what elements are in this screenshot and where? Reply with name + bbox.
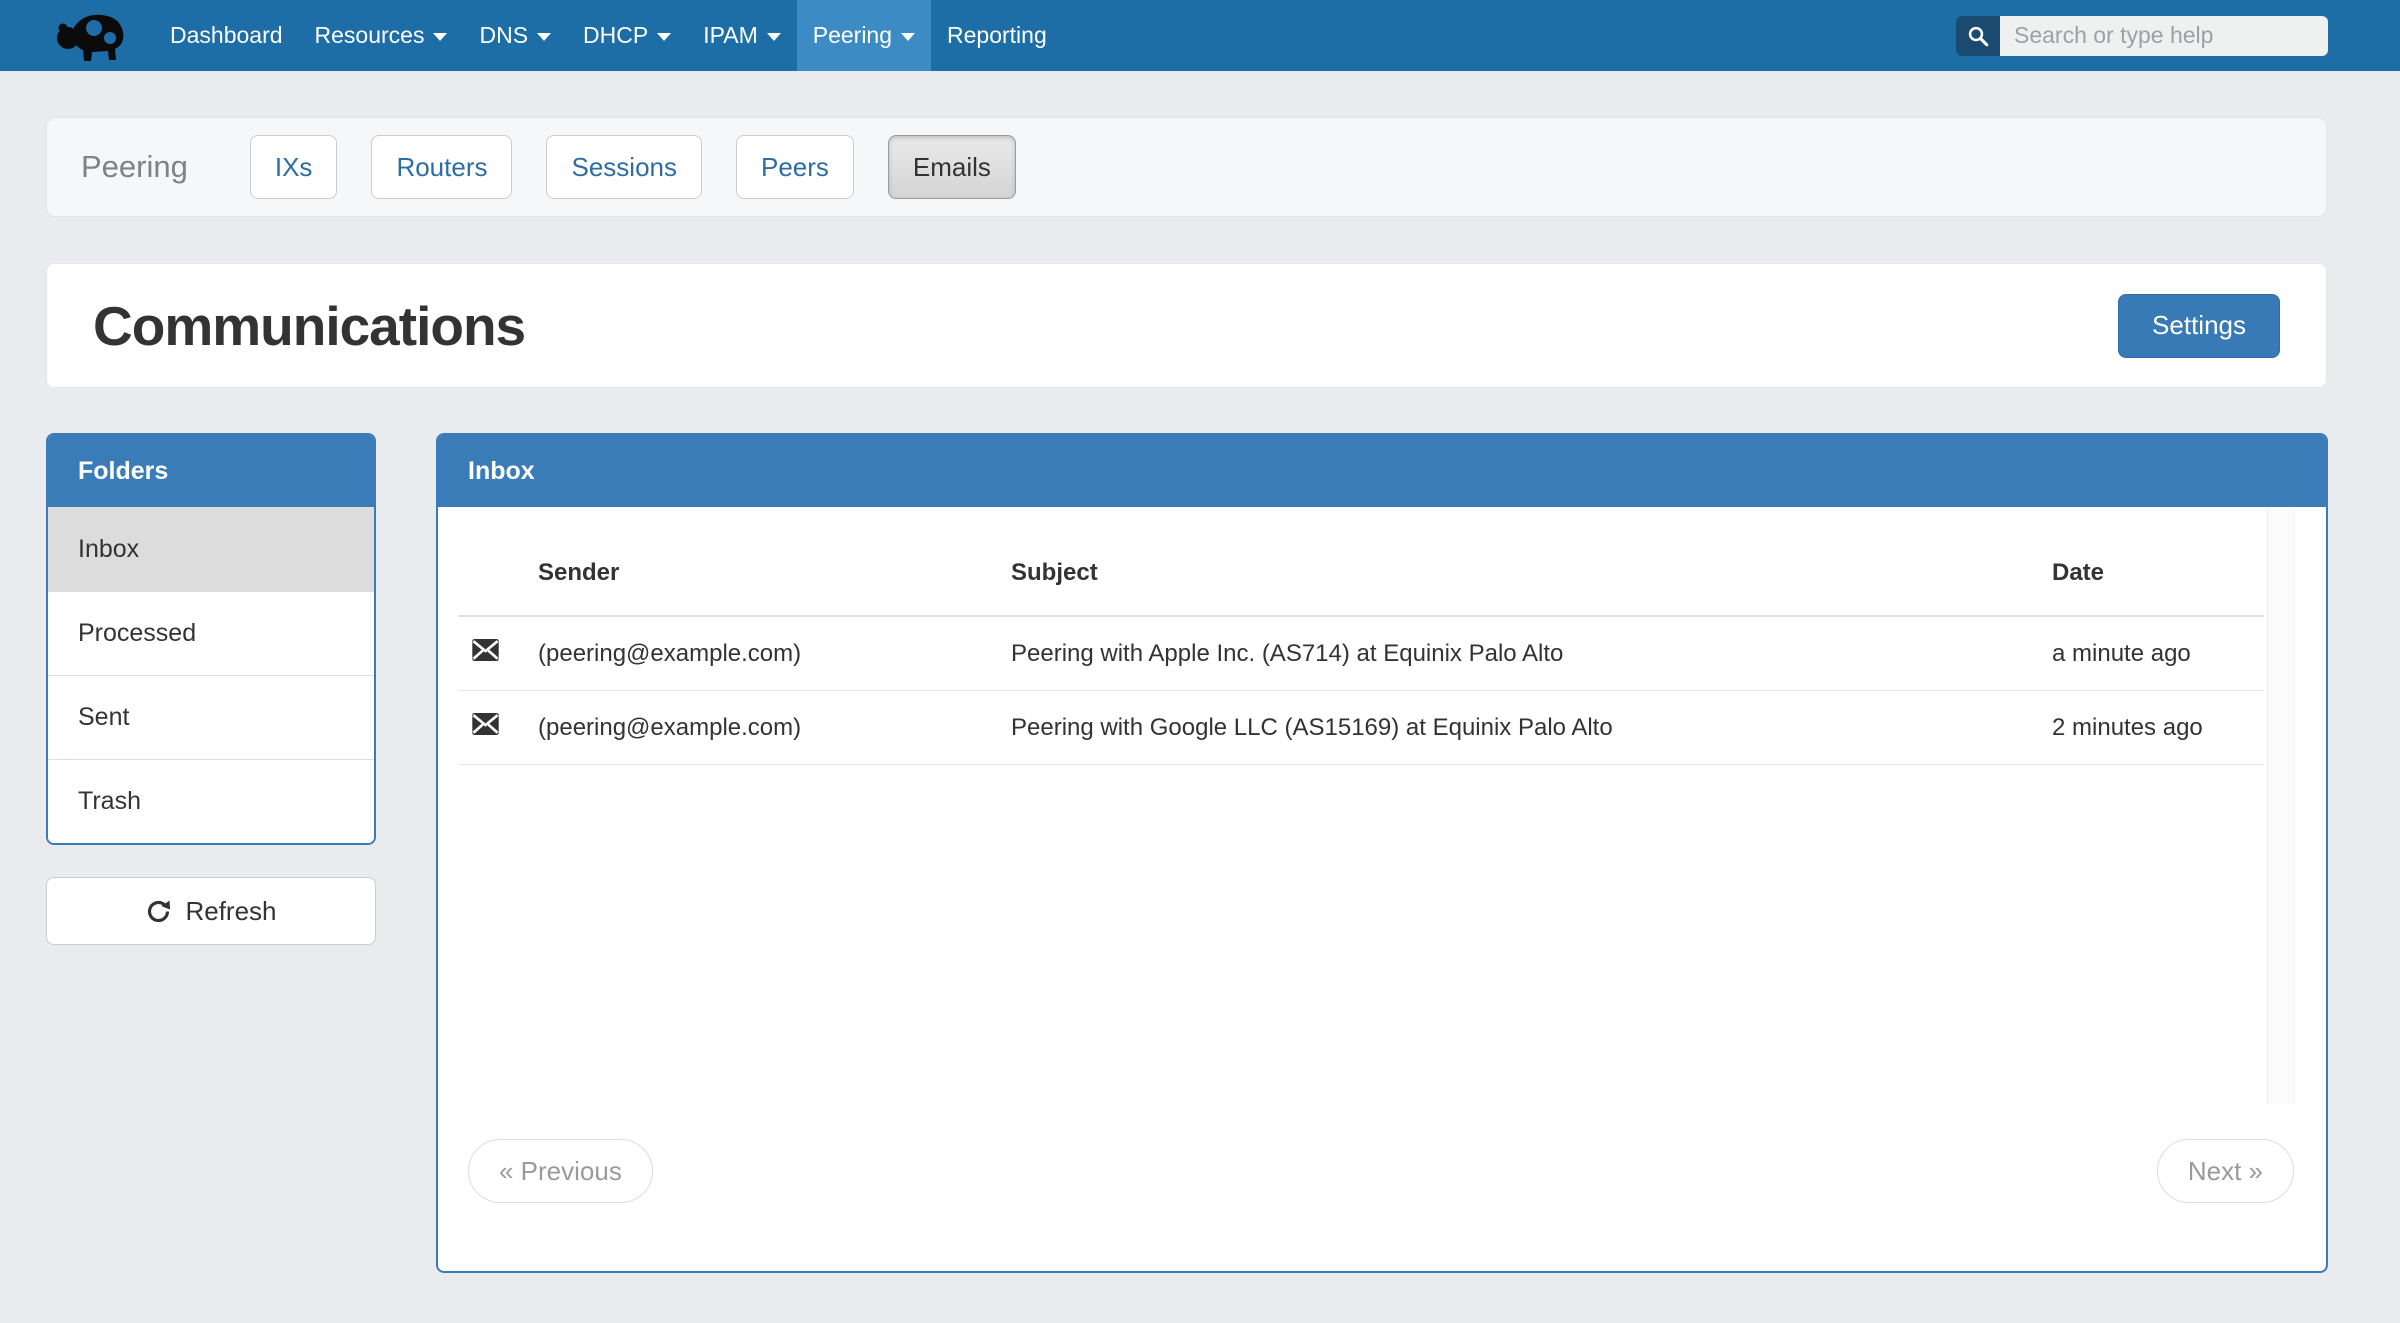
settings-button[interactable]: Settings bbox=[2118, 294, 2280, 358]
main-menu: Dashboard Resources DNS DHCP IPAM Peerin… bbox=[154, 0, 1063, 71]
folder-item-trash[interactable]: Trash bbox=[48, 759, 374, 843]
top-navbar: Dashboard Resources DNS DHCP IPAM Peerin… bbox=[0, 0, 2400, 71]
peering-subnav: Peering IXs Routers Sessions Peers Email… bbox=[46, 117, 2327, 217]
folders-panel-header: Folders bbox=[48, 435, 374, 507]
date-column-header: Date bbox=[2038, 529, 2264, 616]
pagination: « Previous Next » bbox=[468, 1139, 2294, 1203]
chevron-down-icon bbox=[657, 33, 671, 41]
sender-column-header: Sender bbox=[524, 529, 997, 616]
next-page-button[interactable]: Next » bbox=[2157, 1139, 2294, 1203]
envelope-icon bbox=[472, 639, 499, 661]
tab-routers[interactable]: Routers bbox=[371, 135, 512, 199]
inbox-panel-header: Inbox bbox=[438, 435, 2326, 507]
nav-item-dashboard[interactable]: Dashboard bbox=[154, 0, 299, 71]
inbox-panel-body: Sender Subject Date bbox=[438, 507, 2326, 1271]
tab-emails[interactable]: Emails bbox=[888, 135, 1016, 199]
panda-animal-logo-icon bbox=[54, 8, 130, 64]
chevron-down-icon bbox=[767, 33, 781, 41]
nav-item-resources[interactable]: Resources bbox=[299, 0, 464, 71]
folders-panel: Folders Inbox Processed Sent Trash bbox=[46, 433, 376, 845]
nav-label: IPAM bbox=[703, 22, 758, 49]
nav-item-dns[interactable]: DNS bbox=[463, 0, 567, 71]
mail-table-header-row: Sender Subject Date bbox=[458, 529, 2264, 616]
nav-label: DHCP bbox=[583, 22, 648, 49]
app-logo[interactable] bbox=[54, 8, 130, 64]
page-title: Communications bbox=[93, 294, 525, 358]
chevron-down-icon bbox=[537, 33, 551, 41]
mail-subject[interactable]: Peering with Apple Inc. (AS714) at Equin… bbox=[997, 616, 2038, 691]
nav-label: Dashboard bbox=[170, 22, 283, 49]
refresh-button[interactable]: Refresh bbox=[46, 877, 376, 945]
nav-label: Reporting bbox=[947, 22, 1047, 49]
mail-date: 2 minutes ago bbox=[2038, 691, 2264, 765]
nav-item-peering[interactable]: Peering bbox=[797, 0, 931, 71]
chevron-down-icon bbox=[433, 33, 447, 41]
magnifier-search-icon bbox=[1967, 25, 1989, 47]
mail-row[interactable]: (peering@example.com) Peering with Googl… bbox=[458, 691, 2264, 765]
tab-ixs[interactable]: IXs bbox=[250, 135, 338, 199]
mail-table: Sender Subject Date bbox=[458, 529, 2264, 765]
table-scrollbar-track[interactable] bbox=[2267, 509, 2295, 1105]
subject-column-header: Subject bbox=[997, 529, 2038, 616]
refresh-label: Refresh bbox=[185, 896, 276, 927]
chevron-down-icon bbox=[901, 33, 915, 41]
mail-sender[interactable]: (peering@example.com) bbox=[524, 691, 997, 765]
envelope-icon bbox=[472, 713, 499, 735]
nav-item-dhcp[interactable]: DHCP bbox=[567, 0, 687, 71]
mail-date: a minute ago bbox=[2038, 616, 2264, 691]
refresh-arrows-icon bbox=[145, 898, 172, 925]
folder-item-processed[interactable]: Processed bbox=[48, 591, 374, 675]
previous-page-button[interactable]: « Previous bbox=[468, 1139, 653, 1203]
page-header-card: Communications Settings bbox=[46, 263, 2327, 388]
nav-label: Resources bbox=[315, 22, 425, 49]
search-input[interactable] bbox=[2000, 16, 2328, 56]
icon-column-header bbox=[458, 529, 524, 616]
subnav-title: Peering bbox=[81, 149, 188, 185]
nav-label: DNS bbox=[479, 22, 528, 49]
tab-sessions[interactable]: Sessions bbox=[546, 135, 702, 199]
folder-item-inbox[interactable]: Inbox bbox=[48, 507, 374, 591]
global-search bbox=[1956, 16, 2328, 56]
inbox-panel: Inbox Sender Subject Date bbox=[436, 433, 2328, 1273]
nav-label: Peering bbox=[813, 22, 892, 49]
mail-row[interactable]: (peering@example.com) Peering with Apple… bbox=[458, 616, 2264, 691]
mail-sender[interactable]: (peering@example.com) bbox=[524, 616, 997, 691]
folder-item-sent[interactable]: Sent bbox=[48, 675, 374, 759]
search-submit-button[interactable] bbox=[1956, 16, 2000, 56]
nav-item-ipam[interactable]: IPAM bbox=[687, 0, 797, 71]
tab-peers[interactable]: Peers bbox=[736, 135, 854, 199]
mail-subject[interactable]: Peering with Google LLC (AS15169) at Equ… bbox=[997, 691, 2038, 765]
nav-item-reporting[interactable]: Reporting bbox=[931, 0, 1063, 71]
